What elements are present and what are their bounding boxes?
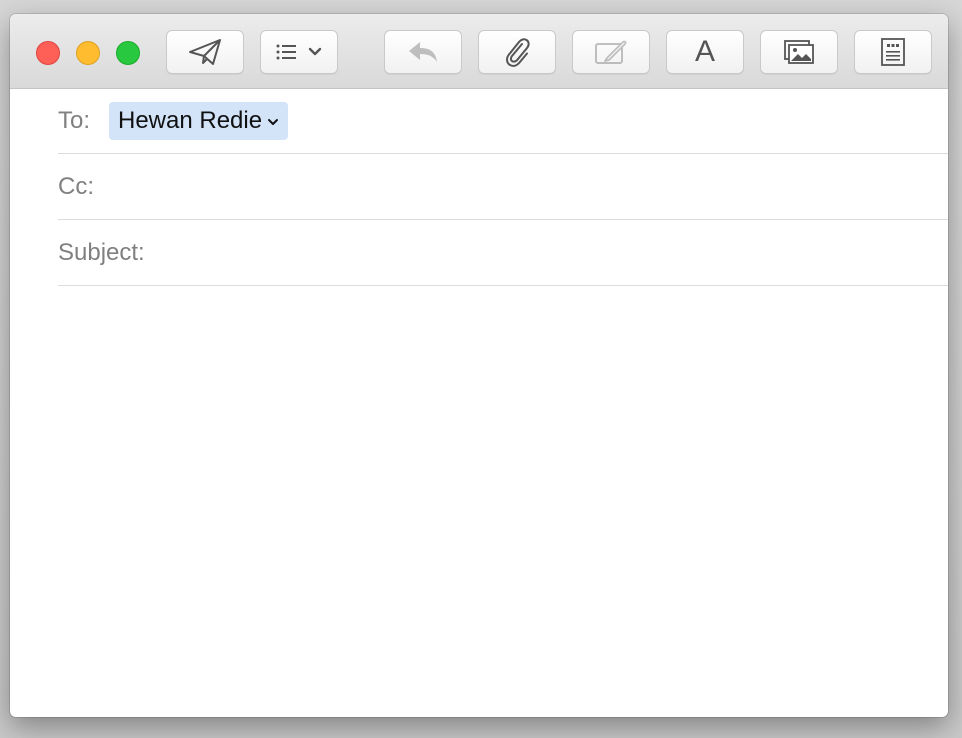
message-body[interactable] — [10, 286, 948, 717]
to-label: To: — [58, 107, 91, 134]
to-field-row: To: Hewan Redie — [58, 88, 948, 154]
zoom-window-button[interactable] — [116, 41, 140, 65]
font-button[interactable]: A — [666, 30, 744, 74]
markup-button[interactable] — [572, 30, 650, 74]
compose-window: A To: Hewan Redie Cc: Subject: — [10, 14, 948, 717]
subject-field-row[interactable]: Subject: — [58, 220, 948, 286]
cc-label: Cc: — [58, 173, 94, 200]
send-icon — [187, 37, 223, 67]
stationery-button[interactable] — [854, 30, 932, 74]
send-button[interactable] — [166, 30, 244, 74]
reply-button[interactable] — [384, 30, 462, 74]
recipient-name: Hewan Redie — [118, 107, 263, 134]
close-window-button[interactable] — [36, 41, 60, 65]
photo-browser-icon — [783, 39, 815, 65]
stationery-icon — [880, 37, 906, 67]
cc-field-row[interactable]: Cc: — [58, 154, 948, 220]
header-fields-icon — [276, 43, 306, 61]
markup-icon — [593, 38, 629, 66]
paperclip-icon — [503, 36, 531, 68]
recipient-token[interactable]: Hewan Redie — [109, 102, 289, 140]
chevron-down-icon[interactable] — [267, 115, 279, 127]
attach-button[interactable] — [478, 30, 556, 74]
header-fields-button[interactable] — [260, 30, 338, 74]
minimize-window-button[interactable] — [76, 41, 100, 65]
toolbar: A — [10, 14, 948, 89]
photo-browser-button[interactable] — [760, 30, 838, 74]
reply-icon — [406, 39, 440, 65]
chevron-down-icon — [308, 47, 322, 57]
subject-label: Subject: — [58, 239, 145, 266]
font-icon: A — [694, 35, 715, 68]
